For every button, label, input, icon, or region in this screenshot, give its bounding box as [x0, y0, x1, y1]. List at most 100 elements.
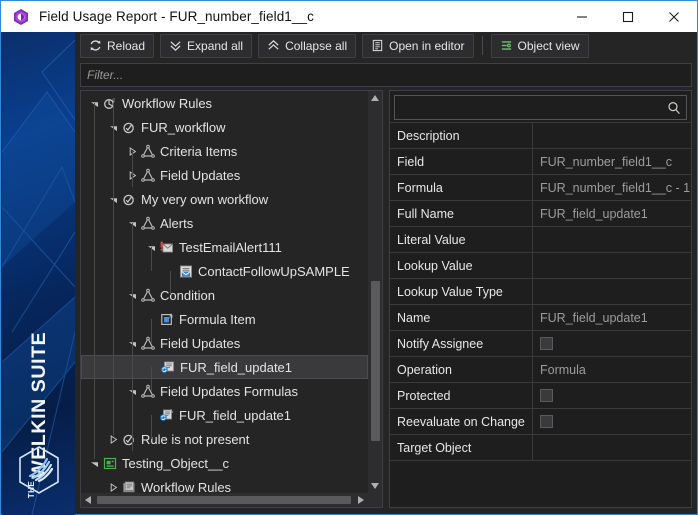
criteria-icon [139, 167, 156, 183]
tree-item[interactable]: Testing_Object__c [81, 451, 368, 475]
property-value[interactable] [533, 123, 691, 148]
window-title: Field Usage Report - FUR_number_field1__… [39, 9, 314, 24]
scroll-up-arrow[interactable] [368, 91, 382, 105]
expand-all-button[interactable]: Expand all [160, 33, 253, 58]
scroll-right-arrow[interactable] [354, 493, 368, 507]
workflow-icon [120, 431, 137, 447]
tree-guide-line [151, 415, 152, 439]
tree-view[interactable]: c Workflow Rules FUR_workflow Criteria Item… [81, 91, 368, 493]
property-search-input[interactable] [394, 95, 687, 120]
tree-item[interactable]: Field Updates [81, 163, 368, 187]
tree-item[interactable]: Field Updates [81, 331, 368, 355]
property-value[interactable]: FUR_number_field1__c - 1 [533, 175, 691, 200]
tree-item-label: Criteria Items [160, 143, 238, 159]
search-icon[interactable] [667, 101, 681, 115]
chevrons-up-icon [267, 39, 280, 52]
checkbox[interactable] [540, 389, 553, 402]
maximize-button[interactable] [605, 1, 651, 32]
property-row: Name FUR_field_update1 [390, 305, 691, 331]
document-icon [371, 39, 384, 52]
property-value[interactable] [533, 435, 691, 460]
scroll-down-arrow[interactable] [368, 479, 382, 493]
tree-item[interactable]: Alerts [81, 211, 368, 235]
title-bar: Field Usage Report - FUR_number_field1__… [1, 1, 697, 32]
tree-item[interactable]: Criteria Items [81, 139, 368, 163]
horizontal-scroll-thumb[interactable] [97, 496, 351, 504]
property-name: Reevaluate on Change [390, 409, 533, 434]
tree-guide-line [151, 319, 152, 343]
property-name: Full Name [390, 201, 533, 226]
tree-item-label: ContactFollowUpSAMPLE [198, 263, 350, 279]
reload-button[interactable]: Reload [80, 33, 155, 58]
property-row: Formula FUR_number_field1__c - 1 [390, 175, 691, 201]
refresh-icon [89, 39, 102, 52]
tree-item[interactable]: c Workflow Rules [81, 91, 368, 115]
property-row: Field FUR_number_field1__c [390, 149, 691, 175]
tree-vertical-scrollbar[interactable] [368, 91, 382, 493]
folder-rules-icon [120, 479, 137, 493]
property-value[interactable] [533, 279, 691, 304]
welkin-logo-icon [16, 445, 62, 495]
scroll-left-arrow[interactable] [81, 493, 95, 507]
property-checkbox-cell[interactable] [533, 331, 691, 356]
vertical-scroll-thumb[interactable] [371, 281, 380, 441]
toolbar: Reload Expand all Collapse all Open in e… [75, 32, 696, 59]
tree-item[interactable]: TestEmailAlert111 [81, 235, 368, 259]
tree-horizontal-scrollbar[interactable] [81, 493, 368, 507]
application-window: Field Usage Report - FUR_number_field1__… [0, 0, 698, 515]
property-value[interactable] [533, 253, 691, 278]
tree-item[interactable]: My very own workflow [81, 187, 368, 211]
property-name: Protected [390, 383, 533, 408]
object-icon [101, 455, 118, 471]
tree-item-selected[interactable]: FUR_field_update1 [81, 355, 368, 379]
checkbox[interactable] [540, 415, 553, 428]
tree-item[interactable]: Field Updates Formulas [81, 379, 368, 403]
tree-item[interactable]: Workflow Rules [81, 475, 368, 493]
open-in-editor-button[interactable]: Open in editor [362, 33, 474, 58]
property-name: Target Object [390, 435, 533, 460]
svg-text:fx: fx [169, 410, 173, 415]
tree-guide-line [94, 103, 95, 459]
reload-button-label: Reload [107, 38, 146, 53]
tree-item[interactable]: FUR_workflow [81, 115, 368, 139]
tree-item-label: Workflow Rules [141, 479, 232, 494]
object-view-button-label: Object view [517, 38, 580, 53]
property-checkbox-cell[interactable] [533, 383, 691, 408]
property-value[interactable] [533, 227, 691, 252]
field-update-icon [159, 359, 176, 375]
tree-item[interactable]: Rule is not present [81, 427, 368, 451]
property-checkbox-cell[interactable] [533, 409, 691, 434]
property-value[interactable]: Formula [533, 357, 691, 382]
tree-item[interactable]: Condition [81, 283, 368, 307]
tree-item[interactable]: fx Formula Item [81, 307, 368, 331]
tree-item-label: FUR_field_update1 [180, 359, 293, 375]
property-name: Field [390, 149, 533, 174]
property-name: Formula [390, 175, 533, 200]
tree-item[interactable]: ContactFollowUpSAMPLE [81, 259, 368, 283]
chevron-right-icon[interactable] [106, 480, 120, 493]
tree-guide-line [170, 271, 171, 295]
tree-item-label: TestEmailAlert111 [179, 239, 282, 255]
property-value[interactable]: FUR_field_update1 [533, 305, 691, 330]
property-name: Notify Assignee [390, 331, 533, 356]
close-button[interactable] [651, 1, 697, 32]
checkbox[interactable] [540, 337, 553, 350]
tree-item-label: Field Updates [160, 335, 241, 351]
chevrons-down-icon [169, 39, 182, 52]
property-row: Literal Value [390, 227, 691, 253]
object-view-button[interactable]: Object view [490, 33, 589, 58]
filter-input[interactable]: Filter... [80, 63, 692, 87]
property-value[interactable]: FUR_number_field1__c [533, 149, 691, 174]
scrollbar-corner [368, 493, 382, 507]
tree-guide-line [113, 103, 114, 435]
collapse-all-button[interactable]: Collapse all [258, 33, 357, 58]
svg-text:c: c [112, 97, 115, 103]
svg-text:fx: fx [169, 312, 173, 319]
minimize-button[interactable] [559, 1, 605, 32]
property-value[interactable]: FUR_field_update1 [533, 201, 691, 226]
tree-item-label: Rule is not present [141, 431, 250, 447]
tree-item[interactable]: fx FUR_field_update1 [81, 403, 368, 427]
property-row: Lookup Value [390, 253, 691, 279]
criteria-icon [139, 143, 156, 159]
email-template-icon [177, 263, 194, 279]
